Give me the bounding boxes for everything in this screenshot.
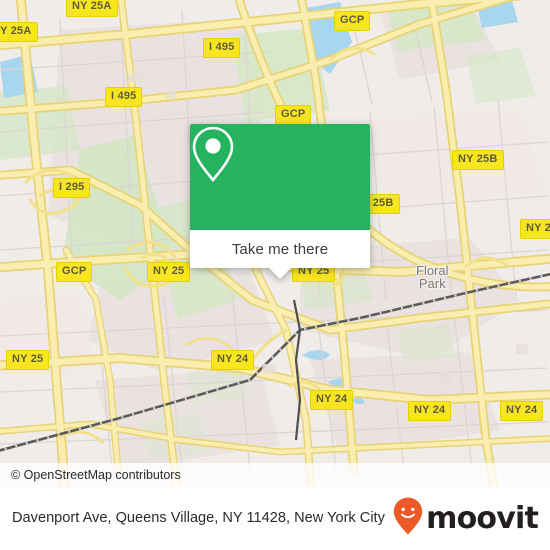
road-shield: I 295 xyxy=(53,178,91,198)
address-label: Davenport Ave, Queens Village, NY 11428,… xyxy=(12,510,385,526)
road-shield: NY 25 xyxy=(6,350,50,370)
road-shield: NY 24 xyxy=(310,390,354,410)
moovit-logo[interactable]: moovit xyxy=(393,497,539,540)
road-shield: I 495 xyxy=(105,87,143,107)
map-canvas[interactable]: NY 25A NY 25A GCP I 495 I 495 GCP NY 25B I 295 N… xyxy=(0,0,550,487)
road-shield: GCP xyxy=(275,105,312,125)
road-shield: NY 25B xyxy=(452,150,504,170)
road-shield: NY 25A xyxy=(66,0,118,17)
popup-header xyxy=(190,124,370,230)
road-shield: NY 25 xyxy=(147,262,191,282)
map-attribution: © OpenStreetMap contributors xyxy=(0,463,550,487)
moovit-wordmark: moovit xyxy=(426,500,539,536)
road-shield: NY 24 xyxy=(408,401,452,421)
popup-tail xyxy=(269,268,291,279)
road-shield: GCP xyxy=(334,11,371,31)
popup-action[interactable]: Take me there xyxy=(190,230,370,279)
road-shield: NY 25 xyxy=(520,219,550,239)
road-shield: NY 25A xyxy=(0,22,38,42)
attribution-text[interactable]: © OpenStreetMap contributors xyxy=(11,468,181,482)
take-me-there-label: Take me there xyxy=(231,240,329,258)
road-shield: I 495 xyxy=(203,38,241,58)
moovit-map-screenshot: NY 25A NY 25A GCP I 495 I 495 GCP NY 25B I 295 N… xyxy=(0,0,550,550)
location-popup[interactable]: Take me there xyxy=(190,124,370,279)
place-label: Floral Park xyxy=(416,263,449,291)
road-shield: GCP xyxy=(56,262,93,282)
moovit-smiley-pin-icon xyxy=(393,497,423,540)
bottom-bar: Davenport Ave, Queens Village, NY 11428,… xyxy=(0,487,550,550)
road-shield: NY 24 xyxy=(500,401,544,421)
road-shield: NY 24 xyxy=(211,350,255,370)
